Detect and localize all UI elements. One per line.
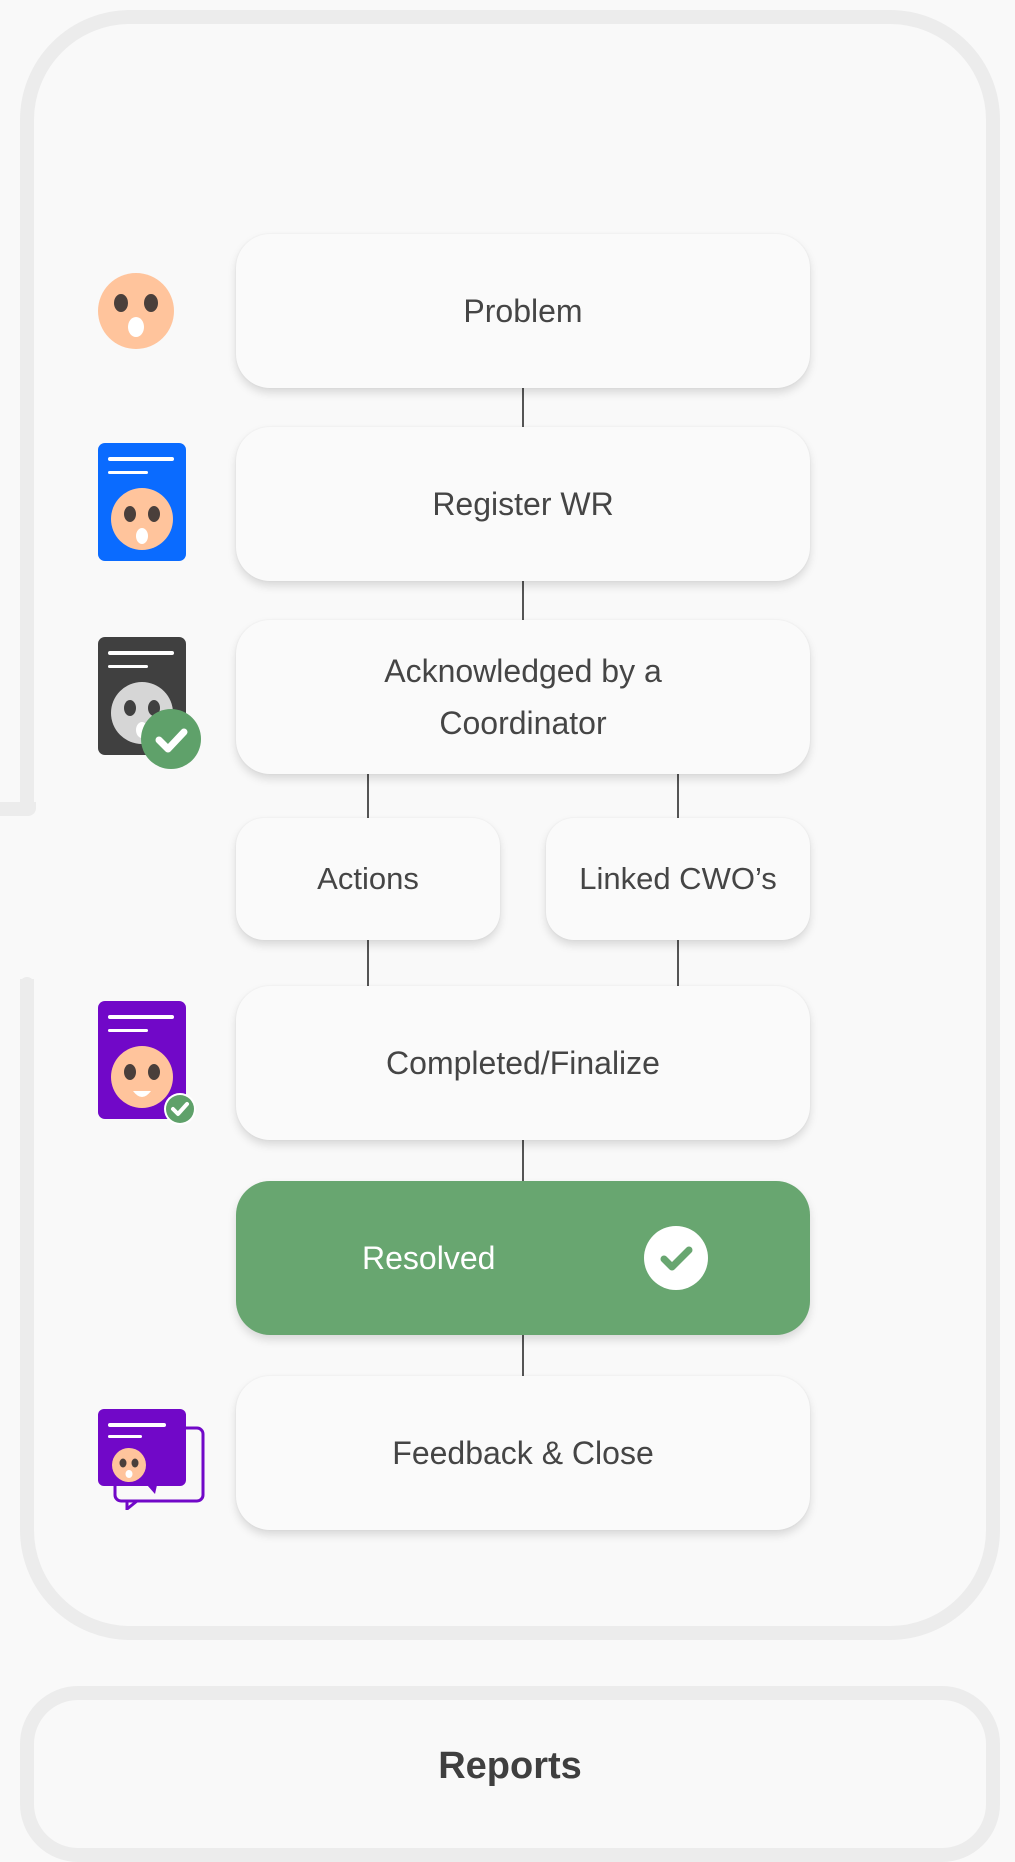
connector bbox=[522, 1140, 524, 1181]
purple-document-smile-icon bbox=[97, 1000, 197, 1126]
surprised-face-icon bbox=[97, 272, 175, 350]
step-label: Feedback & Close bbox=[392, 1435, 654, 1471]
connector bbox=[677, 774, 679, 818]
connector bbox=[677, 940, 679, 986]
step-problem[interactable]: Problem bbox=[236, 234, 810, 388]
step-actions[interactable]: Actions bbox=[236, 818, 500, 940]
frame-gap bbox=[0, 802, 48, 979]
step-label: Problem bbox=[463, 293, 583, 329]
connector bbox=[522, 1335, 524, 1376]
frame-stub-bottom bbox=[20, 977, 34, 989]
connector bbox=[522, 581, 524, 620]
step-label: Linked CWO’s bbox=[579, 861, 777, 896]
step-label: Register WR bbox=[432, 486, 614, 522]
dark-document-check-icon bbox=[97, 636, 203, 770]
reports-button[interactable]: Reports bbox=[20, 1686, 1000, 1846]
step-label: Resolved bbox=[362, 1240, 496, 1276]
step-completed[interactable]: Completed/Finalize bbox=[236, 986, 810, 1140]
frame-stub-top bbox=[0, 802, 36, 816]
step-acknowledged[interactable]: Acknowledged by a Coordinator bbox=[236, 620, 810, 774]
connector bbox=[522, 388, 524, 427]
step-linked-cwos[interactable]: Linked CWO’s bbox=[546, 818, 810, 940]
step-label: Completed/Finalize bbox=[386, 1045, 660, 1081]
step-register-wr[interactable]: Register WR bbox=[236, 427, 810, 581]
step-resolved[interactable]: Resolved bbox=[236, 1181, 810, 1335]
check-circle-icon bbox=[644, 1226, 708, 1290]
chat-document-face-icon bbox=[97, 1408, 207, 1510]
connector bbox=[367, 774, 369, 818]
step-label: Acknowledged by a Coordinator bbox=[384, 653, 662, 741]
connector bbox=[367, 940, 369, 986]
blue-document-face-icon bbox=[97, 442, 187, 562]
reports-label: Reports bbox=[438, 1744, 582, 1787]
step-feedback-close[interactable]: Feedback & Close bbox=[236, 1376, 810, 1530]
step-label: Actions bbox=[317, 861, 419, 896]
